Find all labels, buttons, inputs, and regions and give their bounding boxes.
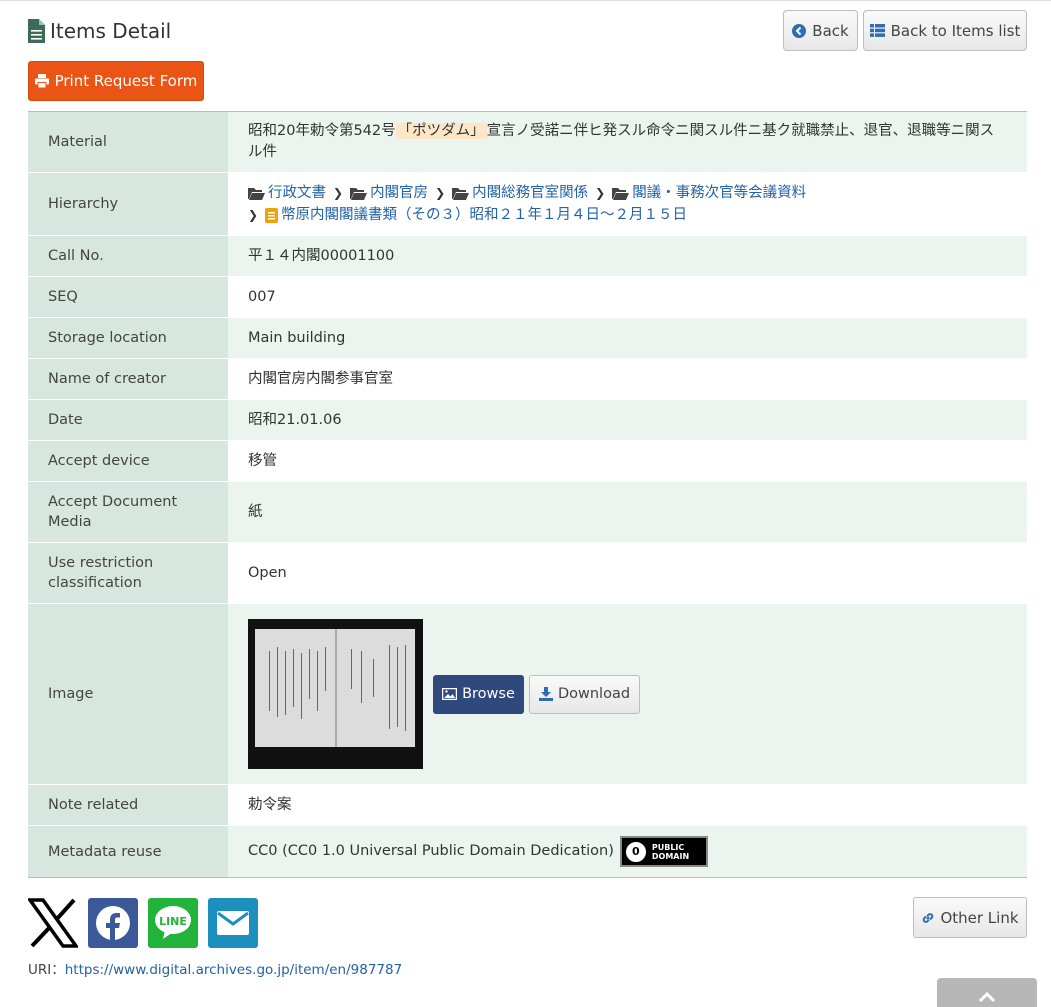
row-seq: SEQ 007	[28, 277, 1027, 318]
row-date: Date 昭和21.01.06	[28, 400, 1027, 441]
hierarchy-crumb-3[interactable]: 内閣総務官室関係	[452, 183, 588, 204]
envelope-icon	[217, 911, 249, 935]
other-link-button[interactable]: Other Link	[913, 897, 1027, 938]
hierarchy-crumb-4[interactable]: 閣議・事務次官等会議資料	[612, 183, 806, 204]
uri-line: URI：https://www.digital.archives.go.jp/i…	[28, 958, 402, 978]
seq-label: SEQ	[28, 277, 228, 317]
print-request-form-label: Print Request Form	[54, 72, 198, 90]
creator-value: 内閣官房内閣参事官室	[228, 359, 1027, 399]
browse-button[interactable]: Browse	[433, 674, 524, 714]
note-related-value: 勅令案	[228, 785, 1027, 825]
line-icon: LINE	[155, 906, 191, 939]
row-accept-media: Accept Document Media 紙	[28, 482, 1027, 543]
list-icon	[869, 24, 885, 37]
material-highlight: 「ポツダム」	[395, 123, 487, 139]
share-x-button[interactable]	[28, 898, 78, 948]
item-detail-table: Material 昭和20年勅令第542号 「ポツダム」 宣言ノ受諾ニ伴ヒ発スル命令…	[28, 111, 1027, 878]
print-request-form-button[interactable]: Print Request Form	[28, 61, 204, 101]
storage-location-label: Storage location	[28, 318, 228, 358]
use-restriction-label: Use restriction classification	[28, 543, 228, 603]
chevron-right-icon: ❯	[435, 185, 446, 200]
row-creator: Name of creator 内閣官房内閣参事官室	[28, 359, 1027, 400]
chevron-up-icon	[978, 991, 996, 1002]
uri-link[interactable]: https://www.digital.archives.go.jp/item/…	[65, 962, 402, 978]
folder-open-icon	[452, 187, 470, 200]
folder-open-icon	[248, 187, 265, 200]
material-label: Material	[28, 112, 228, 172]
seq-value: 007	[228, 277, 1027, 317]
hierarchy-crumb-1[interactable]: 行政文書	[248, 183, 326, 204]
material-value: 昭和20年勅令第542号 「ポツダム」 宣言ノ受諾ニ伴ヒ発スル命令ニ関スル件ニ基ク就…	[228, 112, 1027, 172]
hierarchy-crumb-2[interactable]: 内閣官房	[350, 183, 428, 204]
row-metadata-reuse: Metadata reuse CC0 (CC0 1.0 Universal Pu…	[28, 826, 1027, 877]
accept-device-label: Accept device	[28, 441, 228, 481]
image-label: Image	[28, 604, 228, 784]
x-logo-icon	[28, 898, 78, 948]
use-restriction-value: Open	[228, 543, 1027, 603]
top-divider	[0, 0, 1051, 1]
material-text-pre: 昭和20年勅令第542号	[248, 123, 396, 139]
metadata-reuse-label: Metadata reuse	[28, 826, 228, 877]
note-related-label: Note related	[28, 785, 228, 825]
accept-media-label: Accept Document Media	[28, 482, 228, 542]
back-to-list-button[interactable]: Back to Items list	[863, 10, 1027, 51]
share-facebook-button[interactable]	[88, 898, 138, 948]
chevron-right-icon: ❯	[248, 207, 259, 222]
page-title: Items Detail	[28, 18, 171, 44]
row-storage-location: Storage location Main building	[28, 318, 1027, 359]
document-icon	[28, 19, 45, 43]
hierarchy-label: Hierarchy	[28, 173, 228, 235]
uri-label: URI：	[28, 962, 65, 978]
hierarchy-value: 行政文書 ❯ 内閣官房 ❯ 内閣総務官室関係 ❯ 閣議・事務次官等会議資料 ❯ …	[228, 173, 1027, 235]
row-image: Image Browse Download	[28, 604, 1027, 785]
row-call-no: Call No. 平１４内閣00001100	[28, 236, 1027, 277]
row-material: Material 昭和20年勅令第542号 「ポツダム」 宣言ノ受諾ニ伴ヒ発スル命令…	[28, 112, 1027, 173]
cc-zero-icon: 0	[625, 841, 646, 862]
browse-button-label: Browse	[462, 685, 515, 702]
metadata-reuse-text: CC0 (CC0 1.0 Universal Public Domain Ded…	[248, 843, 614, 859]
row-hierarchy: Hierarchy 行政文書 ❯ 内閣官房 ❯ 内閣総務官室関係 ❯ 閣議・事務…	[28, 173, 1027, 236]
back-button[interactable]: Back	[783, 10, 858, 51]
chevron-right-icon: ❯	[595, 185, 606, 200]
facebook-icon	[96, 906, 130, 941]
scroll-to-top-button[interactable]	[937, 978, 1037, 1007]
storage-location-value: Main building	[228, 318, 1027, 358]
date-value: 昭和21.01.06	[228, 400, 1027, 440]
share-line-button[interactable]: LINE	[148, 898, 198, 948]
file-icon	[265, 207, 279, 223]
back-button-label: Back	[812, 21, 849, 40]
circle-chevron-left-icon	[792, 23, 807, 38]
chevron-right-icon: ❯	[333, 185, 344, 200]
download-icon	[538, 687, 553, 701]
row-accept-device: Accept device 移管	[28, 441, 1027, 482]
page-title-text: Items Detail	[50, 19, 172, 43]
download-button[interactable]: Download	[529, 674, 640, 714]
accept-media-value: 紙	[228, 482, 1027, 542]
folder-open-icon	[612, 187, 630, 200]
accept-device-value: 移管	[228, 441, 1027, 481]
creator-label: Name of creator	[28, 359, 228, 399]
svg-text:LINE: LINE	[159, 915, 187, 928]
document-thumbnail[interactable]	[248, 619, 423, 769]
other-link-label: Other Link	[940, 908, 1019, 927]
hierarchy-file-link[interactable]: 幣原内閣閣議書類（その３）昭和２１年１月４日～２月１５日	[265, 205, 687, 226]
printer-icon	[34, 74, 49, 88]
call-no-label: Call No.	[28, 236, 228, 276]
back-to-list-label: Back to Items list	[890, 21, 1021, 40]
image-value: Browse Download	[228, 604, 1027, 784]
row-note-related: Note related 勅令案	[28, 785, 1027, 826]
link-icon	[921, 911, 935, 925]
metadata-reuse-value: CC0 (CC0 1.0 Universal Public Domain Ded…	[228, 826, 1027, 877]
download-button-label: Download	[557, 685, 631, 702]
row-use-restriction: Use restriction classification Open	[28, 543, 1027, 604]
date-label: Date	[28, 400, 228, 440]
folder-open-icon	[350, 187, 368, 200]
image-icon	[442, 688, 458, 700]
public-domain-badge[interactable]: 0 PUBLIC DOMAIN	[619, 836, 708, 867]
call-no-value: 平１４内閣00001100	[228, 236, 1027, 276]
share-email-button[interactable]	[208, 898, 258, 948]
